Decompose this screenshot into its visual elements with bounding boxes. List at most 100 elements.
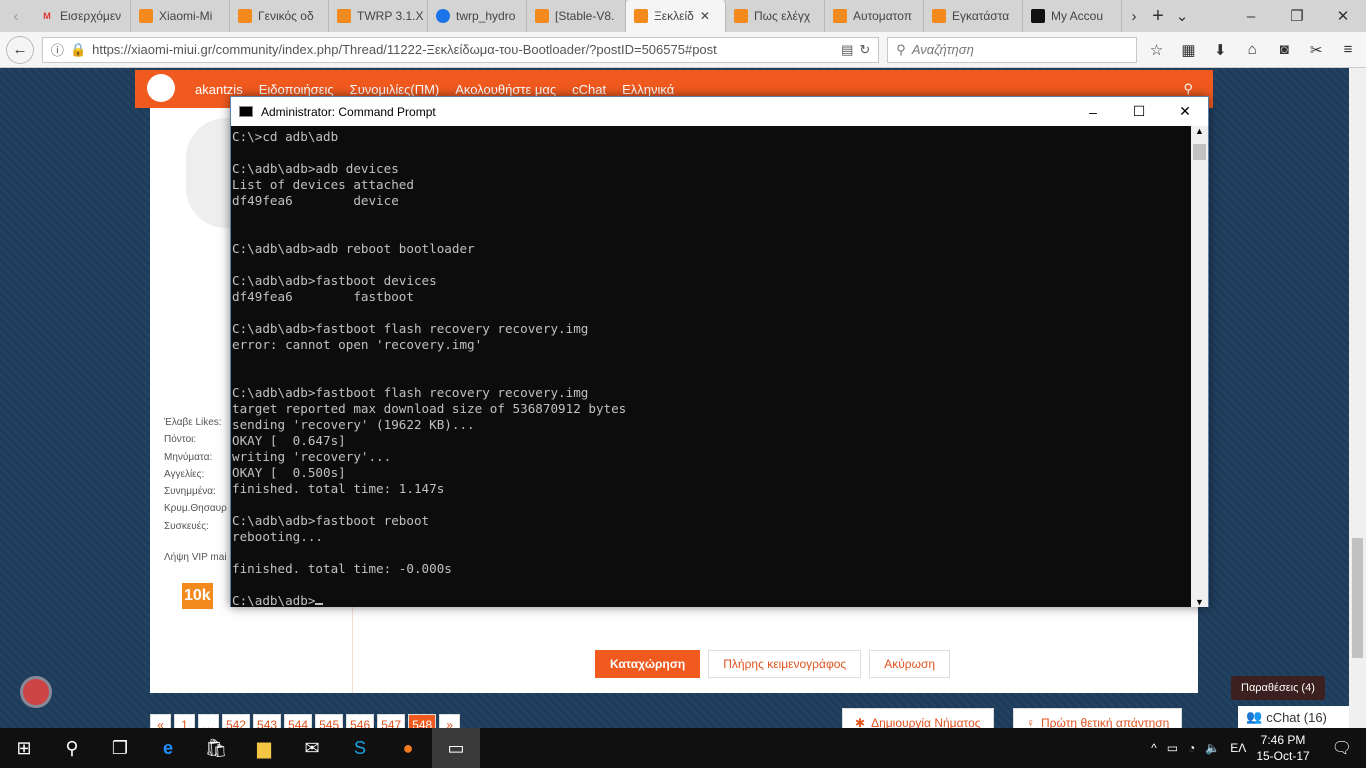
new-tab-icon[interactable]: + (1146, 5, 1170, 28)
back-button[interactable]: ← (6, 35, 34, 64)
tab[interactable]: Αυτοματοπ (825, 0, 924, 32)
cancel-button[interactable]: Ακύρωση (869, 650, 951, 678)
skype-icon[interactable]: S (336, 728, 384, 768)
minimize-icon[interactable]: – (1228, 8, 1274, 25)
restore-icon[interactable]: ❐ (1274, 7, 1320, 25)
volume-icon[interactable]: 🔈 (1205, 741, 1220, 755)
tab-list-icon[interactable]: ⌄ (1170, 7, 1194, 25)
notification-bell-button[interactable] (20, 676, 52, 708)
tab[interactable]: Ξεκλείδ ✕ (626, 0, 726, 32)
tab[interactable]: TWRP 3.1.X (329, 0, 428, 32)
edge-icon[interactable]: e (144, 728, 192, 768)
info-icon[interactable]: ⓘ (51, 40, 64, 59)
pocket-icon[interactable]: ◙ (1272, 41, 1296, 58)
terminal-line: sending 'recovery' (19622 KB)... (232, 417, 475, 432)
bookmark-star-icon[interactable]: ☆ (1145, 41, 1169, 59)
task-view-button[interactable]: ❐ (96, 728, 144, 768)
search-icon: ⚲ (896, 41, 906, 57)
terminal-line: OKAY [ 0.647s] (232, 433, 346, 448)
reload-icon[interactable]: ↻ (859, 42, 870, 58)
cchat-button[interactable]: 👥 cChat (16) (1238, 706, 1349, 728)
close-tab-icon[interactable]: ✕ (700, 9, 710, 23)
terminal-output[interactable]: C:\>cd adb\adb C:\adb\adb>adb devices List… (231, 126, 1191, 607)
terminal-line: rebooting... (232, 529, 323, 544)
close-window-icon[interactable]: ✕ (1320, 7, 1366, 25)
file-explorer-icon[interactable]: ▆ (240, 728, 288, 768)
cmd-taskbar-icon[interactable]: ▭ (432, 728, 480, 768)
search-input[interactable]: ⚲ Αναζήτηση (887, 36, 1137, 63)
scroll-tabs-right-icon[interactable]: › (1122, 8, 1146, 25)
address-bar[interactable]: ⓘ 🔒 https://xiaomi-miui.gr/community/inde… (41, 36, 880, 63)
miui-icon (139, 9, 153, 23)
miui-icon (833, 9, 847, 23)
miui-icon (535, 9, 549, 23)
tab[interactable]: Πως ελέγχ (726, 0, 825, 32)
tab-bar: ‹ M Εισερχόμεν Xiaomi-Mi Γενικός οδ TWRP 3.1… (0, 0, 1366, 32)
nav-cchat[interactable]: cChat (572, 82, 606, 97)
terminal-line: target reported max download size of 536… (232, 401, 627, 416)
tab[interactable]: Xiaomi-Mi (131, 0, 230, 32)
nav-language[interactable]: Ελληνικά (622, 82, 674, 97)
cmd-maximize-button[interactable]: ☐ (1116, 97, 1162, 126)
submit-button[interactable]: Καταχώρηση (595, 650, 701, 678)
vip-link[interactable]: Λήψη VIP mai (164, 549, 227, 566)
url-text: https://xiaomi-miui.gr/community/index.p… (92, 42, 717, 57)
scroll-tabs-left-icon[interactable]: ‹ (0, 8, 32, 25)
download-icon[interactable]: ⬇ (1208, 41, 1232, 59)
nav-notifications[interactable]: Ειδοποιήσεις (259, 82, 334, 97)
terminal-line: List of devices attached (232, 177, 414, 192)
firefox-icon[interactable]: ● (384, 728, 432, 768)
miui-icon (238, 9, 252, 23)
badge-10k: 10k (182, 583, 213, 609)
start-button[interactable]: ⊞ (0, 728, 48, 768)
tab[interactable]: Γενικός οδ (230, 0, 329, 32)
full-editor-button[interactable]: Πλήρης κειμενογράφος (708, 650, 862, 678)
bookmarks-list-icon[interactable]: ▦ (1176, 41, 1200, 59)
web-icon (436, 9, 450, 23)
reader-view-icon[interactable]: ▤ (841, 42, 853, 58)
cmd-scrollbar[interactable]: ▲ ▼ (1191, 126, 1208, 607)
terminal-line: C:\adb\adb>fastboot reboot (232, 513, 430, 528)
cmd-close-button[interactable]: ✕ (1162, 97, 1208, 126)
action-center-icon[interactable]: 🗨 (1332, 738, 1352, 758)
home-icon[interactable]: ⌂ (1240, 41, 1264, 58)
store-icon[interactable]: 🛍 (192, 728, 240, 768)
menu-icon[interactable]: ≡ (1336, 41, 1360, 58)
battery-icon[interactable]: ▭ (1167, 741, 1178, 755)
site-logo[interactable] (147, 74, 175, 102)
page-scrollbar[interactable] (1349, 68, 1366, 728)
cmd-icon (239, 106, 253, 117)
lock-icon: 🔒 (69, 41, 87, 57)
nav-user[interactable]: akantzis (195, 82, 243, 97)
site-search-icon[interactable]: ⚲ (1183, 81, 1193, 97)
tab[interactable]: M Εισερχόμεν (32, 0, 131, 32)
terminal-line: C:\adb\adb>fastboot flash recovery recov… (232, 321, 589, 336)
cmd-title-bar[interactable]: Administrator: Command Prompt (231, 97, 1208, 126)
terminal-line: C:\adb\adb>fastboot devices (232, 273, 437, 288)
terminal-line: C:\adb\adb>adb reboot bootloader (232, 241, 475, 256)
tab[interactable]: Εγκατάστα (924, 0, 1023, 32)
extension-icon[interactable]: ✂ (1304, 41, 1328, 59)
nav-follow[interactable]: Ακολουθήστε μας (455, 82, 556, 97)
tray-expand-icon[interactable]: ^ (1151, 741, 1157, 755)
terminal-line: C:\adb\adb> (232, 593, 1190, 607)
search-button[interactable]: ⚲ (48, 728, 96, 768)
clock[interactable]: 7:46 PM 15-Oct-17 (1256, 732, 1309, 764)
language-indicator[interactable]: ΕΛ (1230, 741, 1246, 755)
tab[interactable]: My Accou (1023, 0, 1122, 32)
mail-icon[interactable]: ✉ (288, 728, 336, 768)
tab[interactable]: twrp_hydro (428, 0, 527, 32)
tab[interactable]: [Stable-V8. (527, 0, 626, 32)
wifi-icon[interactable]: ◔ (1188, 741, 1195, 755)
nav-conversations[interactable]: Συνομιλίες(ΠΜ) (350, 82, 440, 97)
miui-icon (734, 9, 748, 23)
user-stats: Έλαβε Likes: Πόντοι: Μηνύματα: Αγγελίες: Συν… (164, 414, 227, 566)
cmd-minimize-button[interactable]: – (1070, 97, 1116, 126)
nav-bar: ← ⓘ 🔒 https://xiaomi-miui.gr/community/in… (0, 32, 1366, 68)
